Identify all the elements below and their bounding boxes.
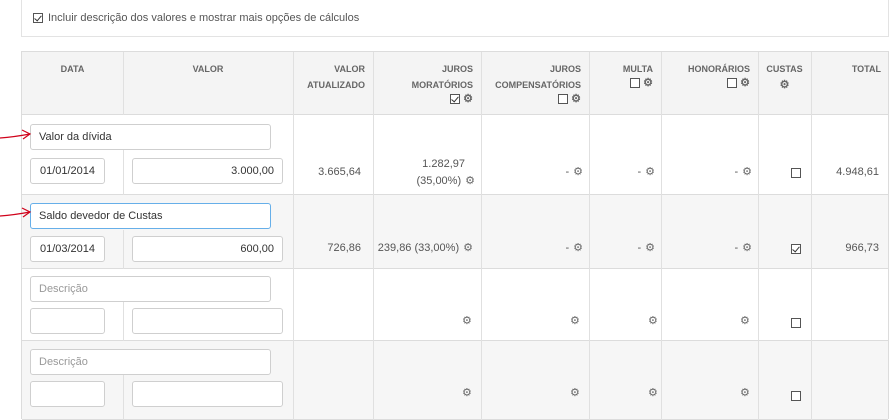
description-input[interactable]: Valor da dívida	[30, 124, 271, 150]
date-input[interactable]	[30, 381, 105, 407]
gear-icon[interactable]: ⚙	[571, 93, 581, 105]
include-description-option[interactable]: Incluir descrição dos valores e mostrar …	[33, 12, 359, 24]
custas-checkbox[interactable]	[791, 391, 801, 401]
juros-compensatorios-cell: - ⚙	[565, 165, 583, 178]
header-juros-compensatorios: JUROS COMPENSATÓRIOS ⚙	[495, 64, 581, 105]
gear-icon[interactable]: ⚙	[573, 242, 583, 254]
header-multa: MULTA ⚙	[622, 64, 653, 89]
gear-icon[interactable]: ⚙	[462, 316, 472, 327]
gear-icon[interactable]: ⚙	[463, 93, 473, 105]
gear-icon[interactable]: ⚙	[465, 175, 475, 187]
multa-checkbox[interactable]	[630, 78, 641, 88]
juros-compensatorios-cell: - ⚙	[565, 241, 583, 254]
gear-icon[interactable]: ⚙	[648, 316, 658, 327]
date-input[interactable]: 01/01/2014	[30, 158, 105, 184]
honorarios-cell: - ⚙	[734, 165, 752, 178]
value-input[interactable]	[132, 308, 283, 334]
date-input[interactable]: 01/03/2014	[30, 236, 105, 262]
include-description-checkbox[interactable]	[33, 13, 43, 23]
calculation-table: DATA VALOR VALOR ATUALIZADO JUROS MORATÓ…	[21, 51, 889, 420]
juros-compensatorios-checkbox[interactable]	[558, 94, 569, 104]
gear-icon[interactable]: ⚙	[648, 388, 658, 399]
red-arrow-icon	[0, 129, 32, 140]
gear-icon[interactable]: ⚙	[573, 166, 583, 178]
header-valor: VALOR	[192, 64, 224, 74]
juros-moratorios-value: 239,86 (33,00%) ⚙	[377, 241, 473, 254]
gear-icon[interactable]: ⚙	[740, 77, 750, 89]
gear-icon[interactable]: ⚙	[742, 242, 752, 254]
row-total: 4.948,61	[836, 166, 879, 178]
gear-icon[interactable]: ⚙	[645, 166, 655, 178]
custas-checkbox[interactable]	[791, 244, 801, 254]
gear-icon[interactable]: ⚙	[780, 80, 790, 91]
options-panel: Incluir descrição dos valores e mostrar …	[21, 0, 889, 37]
row-total: 966,73	[845, 242, 879, 254]
juros-moratorios-checkbox[interactable]	[450, 94, 461, 104]
description-input[interactable]: Descrição	[30, 276, 271, 302]
gear-icon[interactable]: ⚙	[740, 316, 750, 327]
value-input[interactable]: 3.000,00	[132, 158, 283, 184]
multa-cell: - ⚙	[637, 241, 655, 254]
honorarios-cell: - ⚙	[734, 241, 752, 254]
header-custas: CUSTAS ⚙	[766, 64, 803, 92]
gear-icon[interactable]: ⚙	[740, 388, 750, 399]
gear-icon[interactable]: ⚙	[645, 242, 655, 254]
updated-value: 726,86	[327, 242, 361, 254]
value-input[interactable]	[132, 381, 283, 407]
header-juros-moratorios: JUROS MORATÓRIOS ⚙	[411, 64, 473, 105]
value-input[interactable]: 600,00	[132, 236, 283, 262]
gear-icon[interactable]: ⚙	[463, 242, 473, 254]
description-input[interactable]: Descrição	[30, 349, 271, 375]
red-arrow-icon	[0, 207, 32, 218]
header-honorarios: HONORÁRIOS ⚙	[687, 64, 750, 89]
description-input[interactable]: Saldo devedor de Custas	[30, 203, 271, 229]
gear-icon[interactable]: ⚙	[570, 316, 580, 327]
juros-moratorios-value: 1.282,97 (35,00%) ⚙	[416, 158, 475, 187]
honorarios-checkbox[interactable]	[727, 78, 738, 88]
custas-checkbox[interactable]	[791, 168, 801, 178]
header-data: DATA	[60, 64, 85, 74]
header-total: TOTAL	[851, 64, 881, 74]
include-description-label: Incluir descrição dos valores e mostrar …	[48, 12, 360, 24]
gear-icon[interactable]: ⚙	[643, 77, 653, 89]
multa-cell: - ⚙	[637, 165, 655, 178]
date-input[interactable]	[30, 308, 105, 334]
custas-checkbox[interactable]	[791, 318, 801, 328]
header-valor-atualizado: VALOR ATUALIZADO	[307, 64, 365, 90]
updated-value: 3.665,64	[318, 166, 361, 178]
gear-icon[interactable]: ⚙	[462, 388, 472, 399]
gear-icon[interactable]: ⚙	[742, 166, 752, 178]
gear-icon[interactable]: ⚙	[570, 388, 580, 399]
